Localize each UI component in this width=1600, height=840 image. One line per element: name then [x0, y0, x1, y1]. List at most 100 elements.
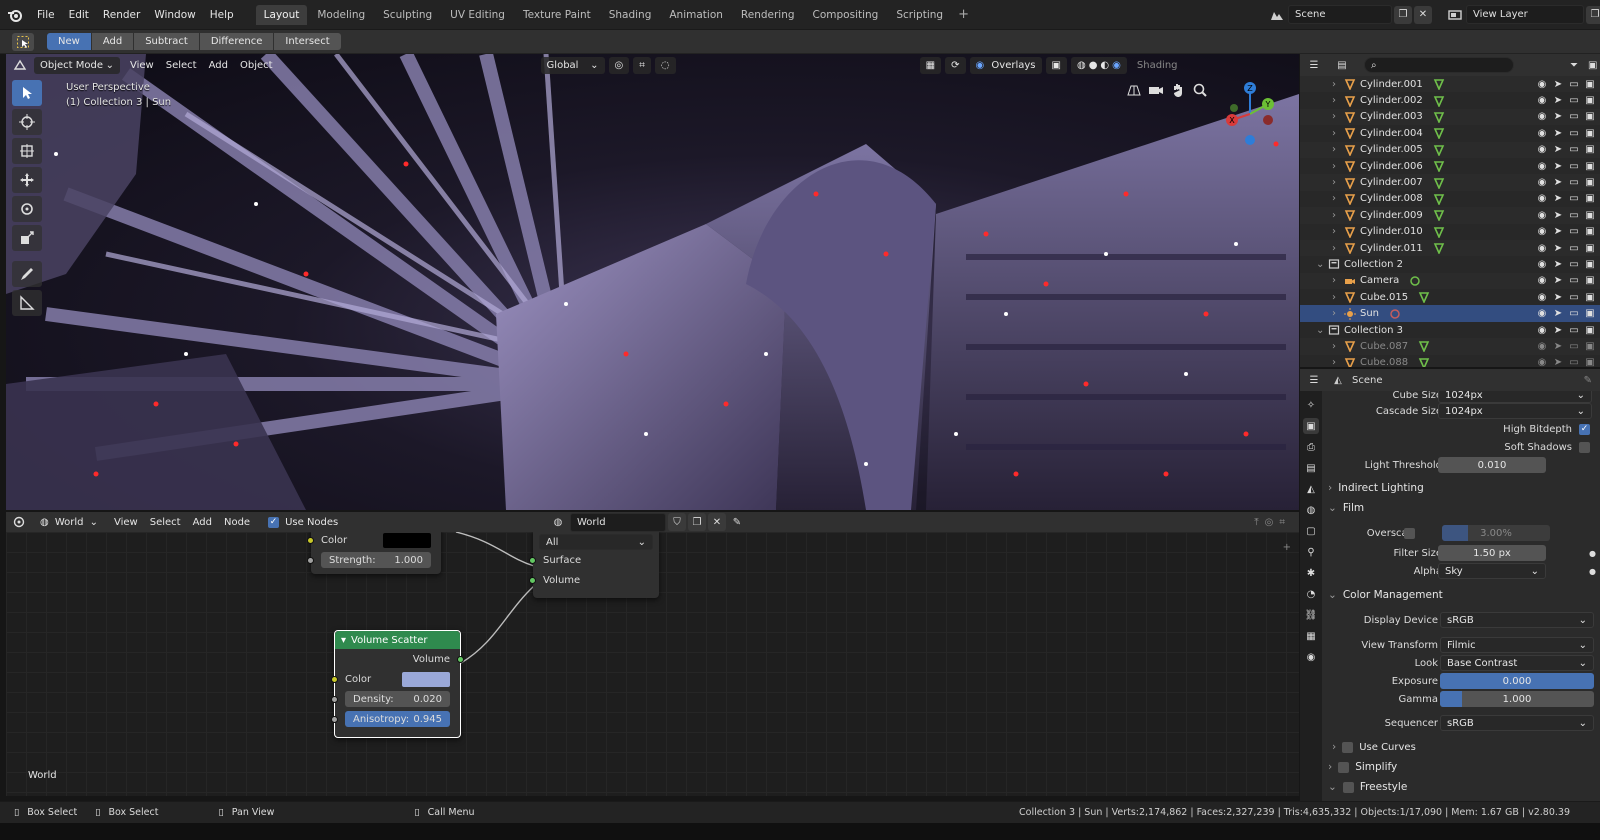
monitor-icon[interactable]: ▭ [1568, 177, 1580, 189]
gizmo-toggle-icon[interactable]: ⟳ [945, 56, 966, 74]
eye-icon[interactable]: ◉ [1536, 209, 1548, 221]
selectable-arrow-icon[interactable]: ➤ [1552, 275, 1564, 287]
outliner-item-name[interactable]: Cube.088 [1360, 357, 1408, 367]
scene-icon[interactable] [1266, 9, 1288, 21]
film-panel-header[interactable]: ⌄ Film [1322, 498, 1600, 518]
outliner-item-name[interactable]: Cylinder.005 [1360, 144, 1423, 155]
eye-icon[interactable]: ◉ [1536, 258, 1548, 270]
keyframe-dot-icon[interactable]: ● [1589, 567, 1596, 576]
simplify-panel-header[interactable]: › Simplify [1322, 757, 1600, 777]
monitor-icon[interactable]: ▭ [1568, 111, 1580, 123]
camera-render-icon[interactable]: ▣ [1584, 242, 1596, 254]
outliner-item-name[interactable]: Cylinder.011 [1360, 243, 1423, 254]
collapse-triangle-icon[interactable]: ▾ [341, 635, 346, 646]
editor-type-outliner-icon[interactable]: ☰ [1300, 60, 1328, 71]
use-curves-panel-header[interactable]: › Use Curves [1322, 737, 1600, 757]
outliner-item-name[interactable]: Cylinder.008 [1360, 193, 1423, 204]
tab-animation[interactable]: Animation [661, 5, 731, 25]
select-box-tool-icon[interactable] [12, 32, 34, 51]
eye-icon[interactable]: ◉ [1536, 144, 1548, 156]
tool-tab-icon[interactable]: ✧ [1303, 397, 1319, 413]
outliner-row[interactable]: › Cylinder.005 ◉ ➤ ▭ ▣ [1300, 141, 1600, 158]
gamma-slider[interactable]: 1.000 [1440, 691, 1594, 707]
strength-socket-icon[interactable] [307, 556, 314, 564]
camera-render-icon[interactable]: ▣ [1584, 275, 1596, 287]
particles-tab-icon[interactable]: ✱ [1303, 565, 1319, 581]
selectable-arrow-icon[interactable]: ➤ [1552, 193, 1564, 205]
outliner-search-input[interactable]: ⌕ [1364, 57, 1514, 73]
annotate-tool-icon[interactable] [12, 261, 42, 287]
display-device-dropdown[interactable]: sRGB ⌄ [1440, 612, 1594, 628]
view-transform-dropdown[interactable]: Filmic ⌄ [1440, 637, 1594, 653]
monitor-icon[interactable]: ▭ [1568, 340, 1580, 352]
monitor-icon[interactable]: ▭ [1568, 291, 1580, 303]
outliner-tree[interactable]: › Cylinder.001 ◉ ➤ ▭ ▣ › Cylinder.002 ◉ ➤ ▭ ▣ › Cylin… [1300, 76, 1600, 367]
camera-render-icon[interactable]: ▣ [1584, 78, 1596, 90]
outliner-row[interactable]: › Camera ◉ ➤ ▭ ▣ [1300, 272, 1600, 290]
pivot-icon[interactable]: ◎ [608, 56, 630, 74]
view-layer-icon[interactable] [1444, 9, 1466, 21]
camera-render-icon[interactable]: ▣ [1584, 193, 1596, 205]
camera-render-icon[interactable]: ▣ [1584, 111, 1596, 123]
world-datablock-icon[interactable]: ◍ [546, 517, 570, 528]
eye-icon[interactable]: ◉ [1536, 275, 1548, 287]
outliner-row[interactable]: › Cylinder.001 ◉ ➤ ▭ ▣ [1300, 76, 1600, 93]
outliner-row[interactable]: › Cylinder.003 ◉ ➤ ▭ ▣ [1300, 108, 1600, 126]
tab-scripting[interactable]: Scripting [888, 5, 951, 25]
wireframe-shading-icon[interactable]: ◍ [1077, 60, 1086, 71]
world-datablock-field[interactable]: World [570, 512, 666, 532]
eye-icon[interactable]: ◉ [1536, 357, 1548, 367]
camera-render-icon[interactable]: ▣ [1584, 177, 1596, 189]
mode-new-button[interactable]: New [47, 33, 91, 50]
selectable-arrow-icon[interactable]: ➤ [1552, 340, 1564, 352]
camera-render-icon[interactable]: ▣ [1584, 291, 1596, 303]
monitor-icon[interactable]: ▭ [1568, 160, 1580, 172]
expand-arrow-icon[interactable]: › [1332, 210, 1344, 221]
mode-add-button[interactable]: Add [91, 33, 134, 50]
camera-render-icon[interactable]: ▣ [1584, 324, 1596, 336]
high-bitdepth-checkbox[interactable]: ✓ [1579, 423, 1590, 435]
pin-icon[interactable]: ✎ [1584, 375, 1592, 386]
expand-arrow-icon[interactable]: › [1332, 177, 1344, 188]
copy-scene-icon[interactable]: ❐ [1394, 5, 1412, 24]
eye-icon[interactable]: ◉ [1536, 160, 1548, 172]
overlays-dropdown[interactable]: ◉ Overlays [969, 56, 1042, 74]
cascade-size-dropdown[interactable]: 1024px ⌄ [1438, 403, 1592, 419]
surface-socket-icon[interactable] [529, 556, 536, 564]
node-menu-node[interactable]: Node [218, 517, 256, 528]
monitor-icon[interactable]: ▭ [1568, 209, 1580, 221]
camera-render-icon[interactable]: ▣ [1584, 340, 1596, 352]
tab-modeling[interactable]: Modeling [309, 5, 373, 25]
outliner-item-name[interactable]: Sun [1360, 308, 1379, 319]
editor-type-3d-icon[interactable] [6, 59, 34, 71]
view-object-types-icon[interactable]: ▦ [919, 56, 942, 74]
outliner-row[interactable]: › Sun ◉ ➤ ▭ ▣ [1300, 305, 1600, 322]
menu-edit[interactable]: Edit [62, 9, 96, 21]
blender-logo-icon[interactable] [0, 0, 30, 30]
selectable-arrow-icon[interactable]: ➤ [1552, 95, 1564, 107]
menu-render[interactable]: Render [96, 9, 147, 21]
monitor-icon[interactable]: ▭ [1568, 95, 1580, 107]
camera-render-icon[interactable]: ▣ [1584, 95, 1596, 107]
density-field[interactable]: Density: 0.020 [345, 691, 450, 707]
outliner-item-name[interactable]: Cube.087 [1360, 341, 1408, 352]
node-menu-view[interactable]: View [108, 517, 144, 528]
volume-output-socket-icon[interactable] [457, 655, 464, 663]
ortho-toggle-icon[interactable] [1126, 82, 1142, 98]
tab-uv-editing[interactable]: UV Editing [442, 5, 513, 25]
add-workspace-button[interactable]: + [952, 7, 975, 22]
expand-arrow-icon[interactable]: › [1332, 144, 1344, 155]
viewport-menu-select[interactable]: Select [160, 60, 203, 71]
menu-window[interactable]: Window [147, 9, 202, 21]
outliner-item-name[interactable]: Collection 3 [1344, 325, 1403, 336]
eye-icon[interactable]: ◉ [1536, 78, 1548, 90]
unlink-world-icon[interactable]: ✕ [708, 513, 726, 531]
proportional-edit-icon[interactable]: ◌ [654, 56, 676, 74]
expand-arrow-icon[interactable]: › [1332, 79, 1344, 90]
eye-icon[interactable]: ◉ [1536, 324, 1548, 336]
density-socket-icon[interactable] [331, 695, 338, 703]
monitor-icon[interactable]: ▭ [1568, 357, 1580, 367]
view-layer-tab-icon[interactable]: ▤ [1303, 460, 1319, 476]
look-dropdown[interactable]: Base Contrast ⌄ [1440, 655, 1594, 671]
use-curves-checkbox[interactable] [1342, 741, 1354, 753]
